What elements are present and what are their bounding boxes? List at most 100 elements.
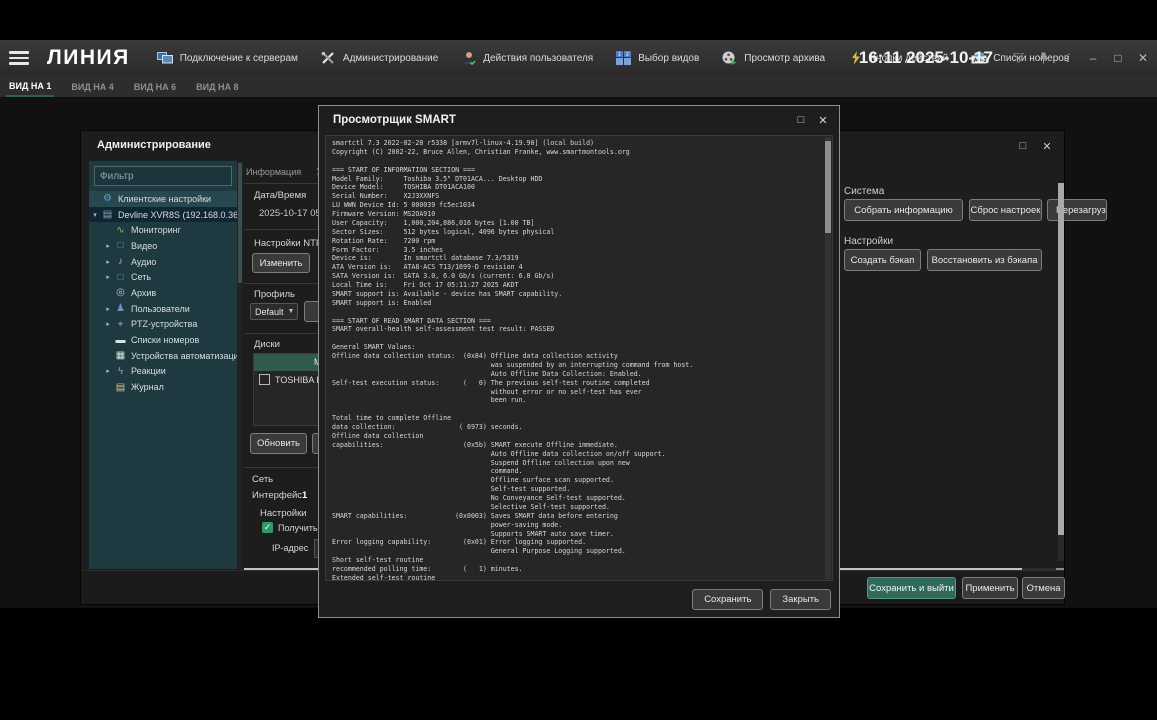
tab-view-6[interactable]: ВИД НА 6 xyxy=(131,76,179,97)
tree-item[interactable]: ▬ Списки номеров xyxy=(89,332,237,348)
tab-view-8[interactable]: ВИД НА 8 xyxy=(193,76,241,97)
profile-select[interactable]: Default ▼ xyxy=(250,303,298,320)
tree-expander[interactable]: ▸ xyxy=(102,258,114,266)
toolbar-item-administration[interactable]: Администрирование xyxy=(309,40,449,76)
apply-button[interactable]: Применить xyxy=(962,577,1018,599)
refresh-button[interactable]: Обновить xyxy=(250,433,307,454)
main-toolbar: ЛИНИЯ Подключение к серверам Администрир… xyxy=(0,40,1157,77)
tree-scrollbar[interactable] xyxy=(237,161,243,569)
tree-item-icon: ▤ xyxy=(114,381,127,394)
tree-item-label: Видео xyxy=(131,241,157,251)
tree-item-icon: □ xyxy=(114,271,127,284)
smart-output-area: smartctl 7.3 2022-02-28 r5338 [armv7l-li… xyxy=(325,135,833,581)
change-ntp-button[interactable]: Изменить xyxy=(252,253,310,273)
maximize-button[interactable]: □ xyxy=(1015,138,1031,154)
tree-item[interactable]: ▤ Журнал xyxy=(89,379,237,395)
cancel-button[interactable]: Отмена xyxy=(1022,577,1065,599)
tab-information[interactable]: Информация xyxy=(246,167,301,177)
dialog-title: Просмотрщик SMART xyxy=(333,114,456,126)
smart-scrollbar[interactable] xyxy=(825,137,831,579)
toolbar-item-archive-view[interactable]: Просмотр архива xyxy=(710,40,836,76)
maximize-button[interactable]: □ xyxy=(793,112,809,128)
toolbar-item-user-actions[interactable]: Действия пользователя xyxy=(449,40,604,76)
smart-dialog-titlebar: Просмотрщик SMART □ ✕ xyxy=(319,106,839,134)
toolbar-item-connect-servers[interactable]: Подключение к серверам xyxy=(146,40,309,76)
network-label: Сеть xyxy=(252,474,273,485)
maximize-button[interactable]: □ xyxy=(1110,50,1126,66)
tree-item-label: PTZ-устройства xyxy=(131,319,197,329)
tree-item[interactable]: ∿ Мониторинг xyxy=(89,222,237,238)
tree-expander[interactable]: ▸ xyxy=(102,367,114,375)
tree-item[interactable]: ▦ Устройства автоматизации xyxy=(89,348,237,364)
tree-item-icon: ♪ xyxy=(114,255,127,268)
tree-expander[interactable]: ▸ xyxy=(102,305,114,313)
tree-item-icon: ▬ xyxy=(114,334,127,347)
tree-expander[interactable]: ▸ xyxy=(102,242,114,250)
tree-expander[interactable]: ▸ xyxy=(102,273,114,281)
interface-label: Интерфейс xyxy=(252,490,302,501)
app-logo: ЛИНИЯ xyxy=(47,46,130,70)
profile-label: Профиль xyxy=(254,289,295,300)
save-exit-button[interactable]: Сохранить и выйти xyxy=(867,577,956,599)
info-icon[interactable]: i xyxy=(1060,50,1076,66)
tree-item[interactable]: ▸ □ Сеть xyxy=(89,269,237,285)
close-button[interactable]: ✕ xyxy=(1039,138,1055,154)
tree-item-label: Реакции xyxy=(131,366,166,376)
tree-item[interactable]: ▸ ♪ Аудио xyxy=(89,254,237,270)
tree-item-label: Устройства автоматизации xyxy=(131,351,237,361)
tab-view-4[interactable]: ВИД НА 4 xyxy=(68,76,116,97)
close-button[interactable]: ✕ xyxy=(815,112,831,128)
dhcp-checkbox[interactable]: ✓ xyxy=(262,522,273,533)
close-dialog-button[interactable]: Закрыть xyxy=(770,589,831,610)
tree-item-label: Сеть xyxy=(131,272,151,282)
tree-expander[interactable]: ▸ xyxy=(102,320,114,328)
tree-item-icon: ▤ xyxy=(101,208,114,221)
smart-viewer-dialog: Просмотрщик SMART □ ✕ smartctl 7.3 2022-… xyxy=(318,105,840,618)
tree-item-icon: ◎ xyxy=(114,286,127,299)
tab-view-1[interactable]: ВИД НА 1 xyxy=(6,76,54,97)
tree-item[interactable]: ▸ ϟ Реакции xyxy=(89,364,237,380)
tree-item[interactable]: ▸ ♟ Пользователи xyxy=(89,301,237,317)
disks-label: Диски xyxy=(254,339,280,350)
toolbar-item-label: Подключение к серверам xyxy=(180,53,298,64)
filter-input[interactable] xyxy=(94,166,232,186)
smart-output-text: smartctl 7.3 2022-02-28 r5338 [armv7l-li… xyxy=(326,136,832,581)
restore-backup-button[interactable]: Восстановить из бэкапа xyxy=(927,249,1042,271)
reboot-button[interactable]: Перезагрузить xyxy=(1047,199,1107,221)
interface-value[interactable]: 1 xyxy=(302,490,307,501)
disk-checkbox[interactable] xyxy=(259,374,270,385)
view-tabbar: ВИД НА 1 ВИД НА 4 ВИД НА 6 ВИД НА 8 xyxy=(0,76,1157,98)
tree-item-label: Клиентские настройки xyxy=(118,194,211,204)
tree-item-label: Журнал xyxy=(131,382,164,392)
tree-expander[interactable]: ▾ xyxy=(89,211,101,219)
ip-label: IP-адрес xyxy=(272,543,308,553)
filter-funnel-icon[interactable] xyxy=(1010,50,1026,66)
screen: ЛИНИЯ Подключение к серверам Администрир… xyxy=(0,0,1157,720)
tree-item[interactable]: ▸ ⌖ PTZ-устройства xyxy=(89,317,237,333)
right-scrollbar[interactable] xyxy=(1058,183,1064,561)
admin-tree: ⚙ Клиентские настройки ▾ ▤ Devline XVR8S… xyxy=(89,191,237,395)
close-button[interactable]: ✕ xyxy=(1135,50,1151,66)
tree-item[interactable]: ▾ ▤ Devline XVR8S (192.168.0.36) xyxy=(89,207,237,223)
tree-item-label: Списки номеров xyxy=(131,335,199,345)
tree-item-icon: ⚙ xyxy=(101,192,114,205)
save-button[interactable]: Сохранить xyxy=(692,589,763,610)
minimize-button[interactable]: – xyxy=(1085,50,1101,66)
toolbar-item-label: Выбор видов xyxy=(638,53,699,64)
reset-settings-button[interactable]: Сброс настроек xyxy=(969,199,1042,221)
tree-item[interactable]: ▸ □ Видео xyxy=(89,238,237,254)
film-reel-icon xyxy=(721,51,738,65)
system-label: Система xyxy=(844,186,884,197)
chevron-down-icon: ▼ xyxy=(288,308,295,315)
servers-icon xyxy=(157,51,174,65)
hamburger-menu-icon[interactable] xyxy=(9,51,29,65)
tree-item[interactable]: ⚙ Клиентские настройки xyxy=(89,191,237,207)
tree-item-label: Мониторинг xyxy=(131,225,181,235)
tree-item[interactable]: ◎ Архив xyxy=(89,285,237,301)
create-backup-button[interactable]: Создать бэкап xyxy=(844,249,921,271)
collect-info-button[interactable]: Собрать информацию xyxy=(844,199,963,221)
toolbar-item-view-select[interactable]: 12 Выбор видов xyxy=(604,40,710,76)
tree-item-icon: ♟ xyxy=(114,302,127,315)
titlebar-right: 16:11 2025-10-17 i – □ ✕ xyxy=(859,40,1151,76)
pin-icon[interactable] xyxy=(1035,50,1051,66)
